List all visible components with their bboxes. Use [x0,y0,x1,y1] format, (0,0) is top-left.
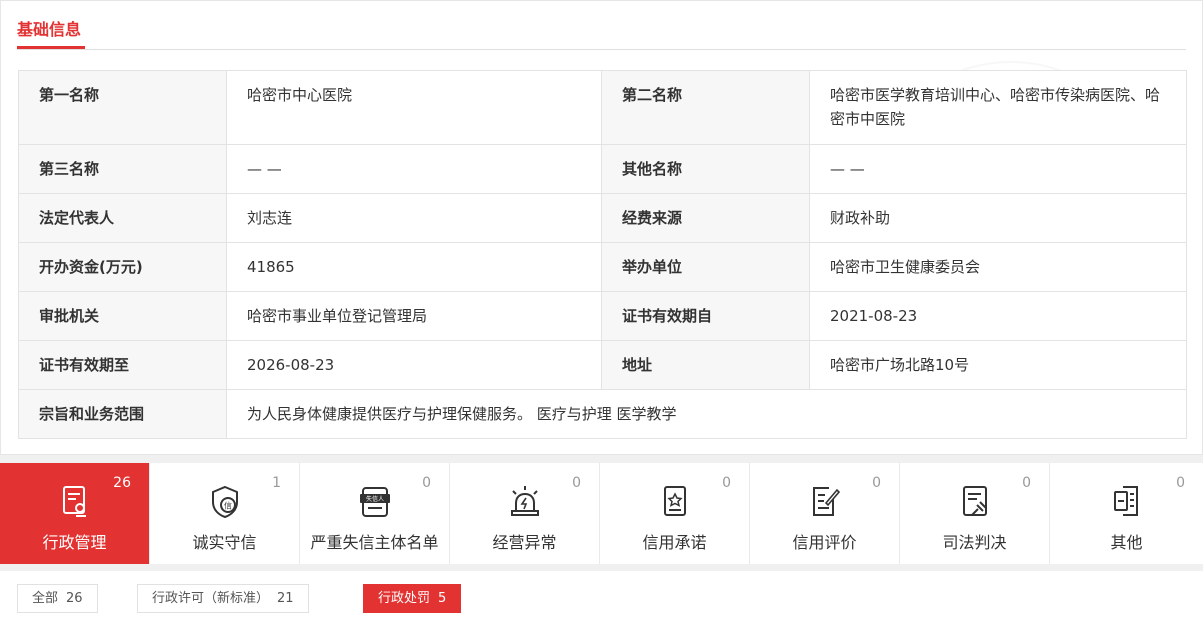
tab-label: 诚实守信 [192,533,257,552]
panel-header: 基础信息 [17,1,1186,50]
field-label: 开办资金(万元) [18,242,227,292]
table-row: 宗旨和业务范围 为人民身体健康提供医疗与护理保健服务。 医疗与护理 医学教学 [18,389,1187,439]
field-value: 哈密市中心医院 [226,70,602,145]
judgment-icon [962,486,987,516]
title-underline [17,46,85,49]
field-value: 哈密市卫生健康委员会 [809,242,1187,292]
field-value: 为人民身体健康提供医疗与护理保健服务。 医疗与护理 医学教学 [226,389,1187,439]
svg-text:失信人: 失信人 [365,495,383,503]
tab-label: 经营异常 [492,533,557,552]
tab-admin-management[interactable]: 26 行政管理 [0,463,150,564]
tab-blacklist[interactable]: 失信人 0 严重失信主体名单 [300,463,450,564]
table-row: 第三名称 — — 其他名称 — — [18,144,1187,194]
blacklist-icon: 失信人 [359,487,390,517]
filter-admin-license[interactable]: 行政许可（新标准） 21 [137,584,309,613]
field-label: 第二名称 [601,70,810,145]
alarm-icon [510,486,539,516]
field-label: 证书有效期自 [601,291,810,341]
promise-icon [663,486,686,516]
field-label: 经费来源 [601,193,810,243]
sub-filters: 全部 26 行政许可（新标准） 21 行政处罚 5 [0,571,1203,631]
tab-label: 严重失信主体名单 [310,533,439,552]
field-value: 2026-08-23 [226,340,602,390]
tab-count: 0 [722,475,731,491]
field-value: — — [809,144,1187,194]
field-value: 41865 [226,242,602,292]
field-label: 举办单位 [601,242,810,292]
field-label: 第三名称 [18,144,227,194]
field-label: 宗旨和业务范围 [18,389,227,439]
tab-judgment[interactable]: 0 司法判决 [900,463,1050,564]
tab-count: 0 [1176,475,1185,491]
field-value: 财政补助 [809,193,1187,243]
field-label: 地址 [601,340,810,390]
field-label: 证书有效期至 [18,340,227,390]
admin-doc-icon [62,486,86,517]
tab-count: 0 [422,475,431,491]
table-row: 审批机关 哈密市事业单位登记管理局 证书有效期自 2021-08-23 [18,291,1187,341]
honesty-shield-icon: 信 [211,485,238,519]
field-label: 审批机关 [18,291,227,341]
tab-honesty[interactable]: 信 1 诚实守信 [150,463,300,564]
tab-count: 26 [113,475,131,491]
table-row: 开办资金(万元) 41865 举办单位 哈密市卫生健康委员会 [18,242,1187,292]
table-row: 法定代表人 刘志连 经费来源 财政补助 [18,193,1187,243]
filter-label: 全部 [32,591,59,606]
evaluation-icon [812,487,840,516]
tab-label: 司法判决 [942,533,1007,552]
category-tabs: 26 行政管理 信 1 诚实守信 失信人 0 严重失信主体名单 0 经营异常 0… [0,463,1203,564]
field-value: 刘志连 [226,193,602,243]
field-value: 哈密市医学教育培训中心、哈密市传染病医院、哈密市中医院 [809,70,1187,145]
tab-count: 0 [872,475,881,491]
table-row: 证书有效期至 2026-08-23 地址 哈密市广场北路10号 [18,340,1187,390]
field-label: 其他名称 [601,144,810,194]
filter-count: 26 [66,591,83,606]
filter-count: 5 [438,591,447,606]
other-icon [1113,486,1138,516]
tab-credit-evaluation[interactable]: 0 信用评价 [750,463,900,564]
filter-count: 21 [277,591,294,606]
filter-all[interactable]: 全部 26 [17,584,98,613]
tab-label: 行政管理 [42,533,107,552]
basic-info-panel: 基础信息 信用中国 信用中国 第一名称 哈密市中心医院 第二名称 哈密市医学教育… [0,0,1203,455]
tab-label: 其他 [1110,533,1143,552]
field-value: 哈密市广场北路10号 [809,340,1187,390]
tab-label: 信用承诺 [642,533,707,552]
tab-business-abnormal[interactable]: 0 经营异常 [450,463,600,564]
tab-count: 1 [272,475,281,491]
field-label: 第一名称 [18,70,227,145]
filter-label: 行政许可（新标准） [152,591,270,606]
tab-other[interactable]: 0 其他 [1050,463,1203,564]
svg-text:信: 信 [224,501,232,511]
table-row: 第一名称 哈密市中心医院 第二名称 哈密市医学教育培训中心、哈密市传染病医院、哈… [18,70,1187,145]
filter-admin-penalty[interactable]: 行政处罚 5 [363,584,462,613]
field-value: 2021-08-23 [809,291,1187,341]
field-label: 法定代表人 [18,193,227,243]
tab-count: 0 [1022,475,1031,491]
tab-label: 信用评价 [792,533,857,552]
panel-title: 基础信息 [17,20,82,39]
field-value: 哈密市事业单位登记管理局 [226,291,602,341]
field-value: — — [226,144,602,194]
filter-label: 行政处罚 [378,591,431,606]
tab-credit-promise[interactable]: 0 信用承诺 [600,463,750,564]
info-table: 第一名称 哈密市中心医院 第二名称 哈密市医学教育培训中心、哈密市传染病医院、哈… [18,70,1187,439]
tab-count: 0 [572,475,581,491]
